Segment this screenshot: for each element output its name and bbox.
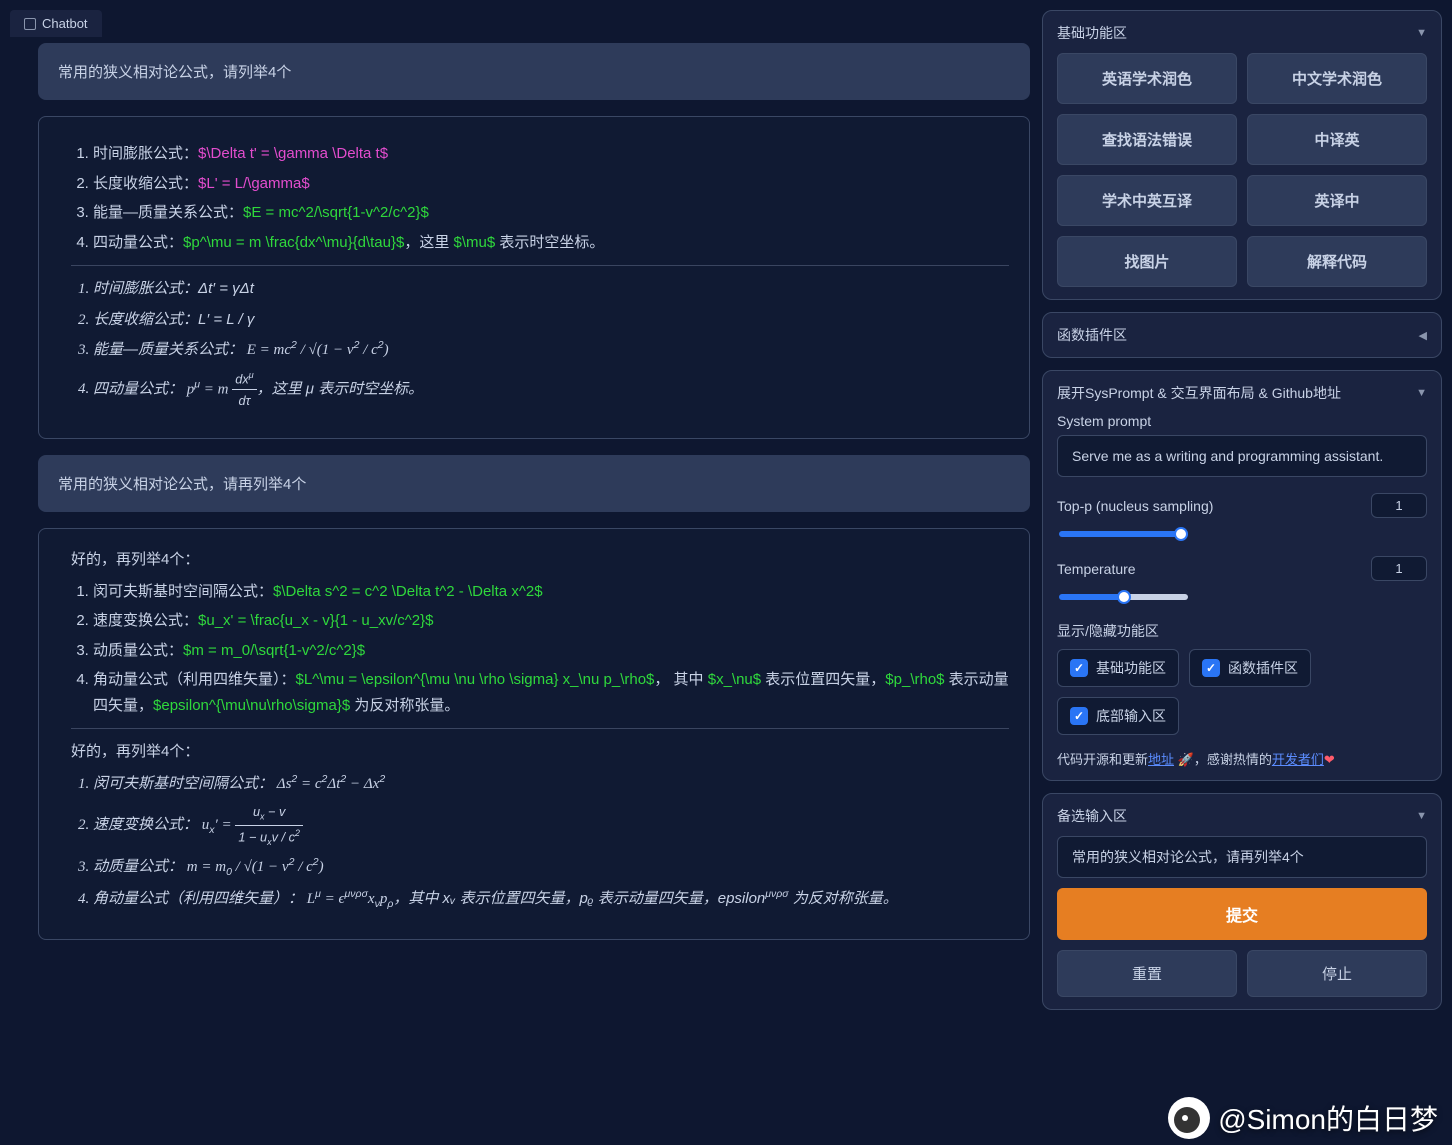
chevron-left-icon: ◀ (1419, 329, 1427, 342)
panel-basic-header[interactable]: 基础功能区 ▼ (1057, 23, 1427, 43)
temperature-value: 1 (1371, 556, 1427, 581)
toggle-header: 显示/隐藏功能区 (1057, 621, 1427, 641)
source-link[interactable]: 地址 (1148, 752, 1174, 767)
topp-label: Top-p (nucleus sampling) (1057, 498, 1213, 514)
panel-basic-functions: 基础功能区 ▼ 英语学术润色中文学术润色查找语法错误中译英学术中英互译英译中找图… (1042, 10, 1442, 300)
assistant-message: 好的，再列举4个： 闵可夫斯基时空间隔公式：$\Delta s^2 = c^2 … (38, 528, 1030, 940)
chevron-down-icon: ▼ (1416, 810, 1427, 822)
function-button-5[interactable]: 英译中 (1247, 175, 1427, 226)
toggle-0[interactable]: ✓基础功能区 (1057, 649, 1179, 687)
checkbox-icon: ✓ (1070, 707, 1088, 725)
panel-sysprompt: 展开SysPrompt & 交互界面布局 & Github地址 ▼ System… (1042, 370, 1442, 781)
checkbox-icon: ✓ (1070, 659, 1088, 677)
chat-icon (24, 18, 36, 30)
function-button-4[interactable]: 学术中英互译 (1057, 175, 1237, 226)
panel-alt-header[interactable]: 备选输入区 ▼ (1057, 806, 1427, 826)
function-button-3[interactable]: 中译英 (1247, 114, 1427, 165)
user-message: 常用的狭义相对论公式，请列举4个 (38, 43, 1030, 100)
panel-plugins[interactable]: 函数插件区 ◀ (1042, 312, 1442, 358)
function-button-6[interactable]: 找图片 (1057, 236, 1237, 287)
toggle-2[interactable]: ✓底部输入区 (1057, 697, 1179, 735)
credits-text: 代码开源和更新地址 🚀，感谢热情的开发者们❤ (1057, 749, 1427, 768)
system-prompt-label: System prompt (1057, 413, 1427, 429)
chevron-down-icon: ▼ (1416, 27, 1427, 39)
heart-icon: ❤ (1324, 752, 1335, 767)
system-prompt-input[interactable] (1057, 435, 1427, 477)
function-button-1[interactable]: 中文学术润色 (1247, 53, 1427, 104)
weibo-icon (1168, 1097, 1210, 1139)
topp-value: 1 (1371, 493, 1427, 518)
function-button-2[interactable]: 查找语法错误 (1057, 114, 1237, 165)
user-message: 常用的狭义相对论公式，请再列举4个 (38, 455, 1030, 512)
topp-slider[interactable] (1059, 531, 1188, 537)
panel-sysprompt-header[interactable]: 展开SysPrompt & 交互界面布局 & Github地址 ▼ (1057, 383, 1427, 403)
reset-button[interactable]: 重置 (1057, 950, 1237, 997)
checkbox-icon: ✓ (1202, 659, 1220, 677)
tab-chatbot[interactable]: Chatbot (10, 10, 102, 37)
watermark: @Simon的白日梦 (1168, 1097, 1438, 1139)
temperature-label: Temperature (1057, 561, 1136, 577)
temperature-slider[interactable] (1059, 594, 1188, 600)
function-button-7[interactable]: 解释代码 (1247, 236, 1427, 287)
tab-label: Chatbot (42, 16, 88, 31)
stop-button[interactable]: 停止 (1247, 950, 1427, 997)
chevron-down-icon: ▼ (1416, 387, 1427, 399)
developers-link[interactable]: 开发者们 (1272, 752, 1324, 767)
alt-input[interactable] (1057, 836, 1427, 878)
panel-alt-input: 备选输入区 ▼ 提交 重置 停止 (1042, 793, 1442, 1010)
toggle-1[interactable]: ✓函数插件区 (1189, 649, 1311, 687)
assistant-message: 时间膨胀公式：$\Delta t' = \gamma \Delta t$ 长度收… (38, 116, 1030, 439)
function-button-0[interactable]: 英语学术润色 (1057, 53, 1237, 104)
submit-button[interactable]: 提交 (1057, 888, 1427, 940)
